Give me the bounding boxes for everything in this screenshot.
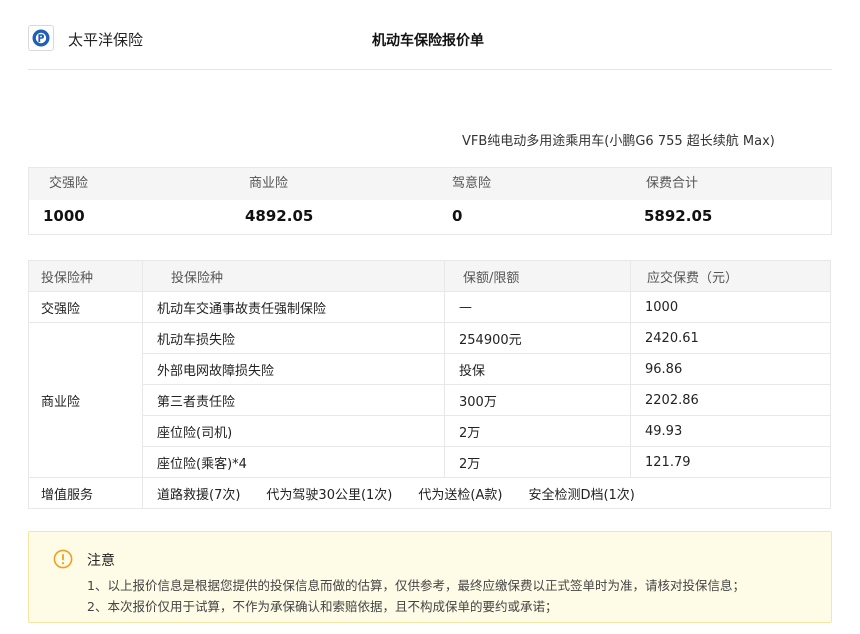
vehicle-model: VFB纯电动多用途乘用车(小鹏G6 755 超长续航 Max) [462, 130, 782, 149]
summary-header-row: 交强险 商业险 驾意险 保费合计 [29, 168, 831, 200]
premium-summary: 交强险 商业险 驾意险 保费合计 1000 4892.05 0 5892.05 [28, 167, 832, 235]
value-added-services: 道路救援(7次) 代为驾驶30公里(1次) 代为送检(A款) 安全检测D档(1次… [142, 477, 831, 509]
header-category: 投保险种 [28, 260, 143, 292]
table-header-row: 投保险种 投保险种 保额/限额 应交保费（元） [28, 260, 831, 292]
coverage-name: 第三者责任险 [142, 384, 445, 416]
brand-name: 太平洋保险 [68, 31, 144, 49]
table-row: 第三者责任险 300万 2202.86 [29, 384, 831, 416]
coverage-premium: 2420.61 [630, 322, 831, 354]
coverage-limit: 254900元 [444, 322, 631, 354]
coverage-limit: 投保 [444, 353, 631, 385]
table-row: 外部电网故障损失险 投保 96.86 [29, 353, 831, 385]
header: 太平洋保险 机动车保险报价单 [28, 24, 832, 70]
coverage-limit: — [444, 291, 631, 323]
notice-line: 2、本次报价仅用于试算，不作为承保确认和索赔依据，且不构成保单的要约或承诺； [87, 599, 558, 614]
coverage-premium: 96.86 [630, 353, 831, 385]
page-title: 机动车保险报价单 [372, 33, 484, 49]
pacific-insurance-logo-icon [28, 25, 54, 51]
header-coverage: 投保险种 [142, 260, 445, 292]
warning-circle-icon [53, 549, 73, 573]
coverage-premium: 49.93 [630, 415, 831, 447]
notice-line: 1、以上报价信息是根据您提供的投保信息而做的估算，仅供参考，最终应缴保费以正式签… [87, 578, 745, 593]
table-row: 座位险(乘客)*4 2万 121.79 [29, 446, 831, 478]
summary-header-driver-accident: 驾意险 [452, 176, 492, 191]
coverage-name: 座位险(司机) [142, 415, 445, 447]
coverage-name: 机动车交通事故责任强制保险 [142, 291, 445, 323]
summary-value-driver-accident: 0 [452, 207, 463, 225]
table-row: 座位险(司机) 2万 49.93 [29, 415, 831, 447]
header-premium: 应交保费（元） [630, 260, 831, 292]
header-limit: 保额/限额 [444, 260, 631, 292]
coverage-name: 机动车损失险 [142, 322, 445, 354]
table-row: 增值服务 道路救援(7次) 代为驾驶30公里(1次) 代为送检(A款) 安全检测… [28, 477, 831, 509]
table-row: 交强险 机动车交通事故责任强制保险 — 1000 [28, 291, 831, 323]
vehicle-model-text: VFB纯电动多用途乘用车(小鹏G6 755 超长续航 Max) [462, 134, 775, 149]
coverage-table: 投保险种 投保险种 保额/限额 应交保费（元） 交强险 机动车交通事故责任强制保… [28, 260, 831, 509]
service-item: 代为驾驶30公里(1次) [266, 487, 393, 503]
service-item: 安全检测D档(1次) [528, 487, 635, 503]
notice-title: 注意 [87, 553, 115, 569]
coverage-limit: 2万 [444, 415, 631, 447]
coverage-premium: 1000 [630, 291, 831, 323]
category-compulsory: 交强险 [28, 291, 143, 323]
summary-value-total: 5892.05 [644, 207, 713, 225]
coverage-premium: 121.79 [630, 446, 831, 478]
coverage-premium: 2202.86 [630, 384, 831, 416]
coverage-name: 座位险(乘客)*4 [142, 446, 445, 478]
coverage-name: 外部电网故障损失险 [142, 353, 445, 385]
summary-value-compulsory: 1000 [43, 207, 85, 225]
service-item: 代为送检(A款) [418, 487, 503, 503]
summary-value-row: 1000 4892.05 0 5892.05 [29, 200, 831, 234]
category-commercial: 商业险 [28, 322, 143, 478]
notice-box: 注意 1、以上报价信息是根据您提供的投保信息而做的估算，仅供参考，最终应缴保费以… [28, 531, 832, 623]
summary-value-commercial: 4892.05 [245, 207, 314, 225]
coverage-limit: 2万 [444, 446, 631, 478]
coverage-limit: 300万 [444, 384, 631, 416]
category-value-added: 增值服务 [28, 477, 143, 509]
summary-header-commercial: 商业险 [249, 176, 289, 191]
summary-header-total: 保费合计 [646, 176, 699, 191]
table-row: 商业险 机动车损失险 254900元 2420.61 [28, 322, 831, 478]
summary-header-compulsory: 交强险 [49, 176, 89, 191]
service-item: 道路救援(7次) [157, 487, 241, 503]
